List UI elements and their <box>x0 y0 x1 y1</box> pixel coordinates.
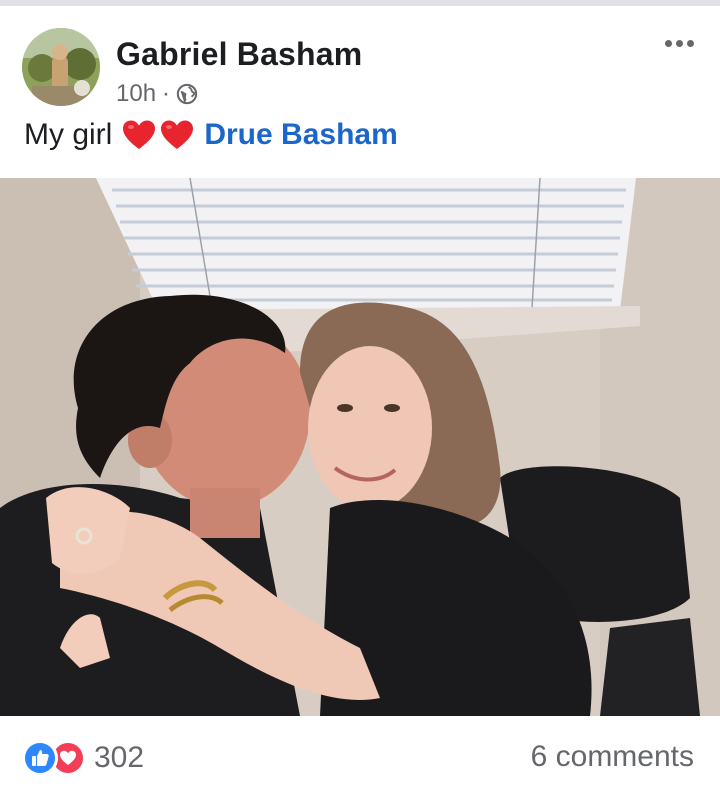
like-icon <box>22 740 58 776</box>
more-options-icon[interactable] <box>665 40 694 47</box>
post-time[interactable]: 10h <box>116 80 156 108</box>
post-header: Gabriel Basham 10h · <box>0 6 720 114</box>
post-photo[interactable] <box>0 178 720 716</box>
post-caption: My girl Drue Basham <box>24 118 398 152</box>
meta-separator: · <box>162 80 171 107</box>
post-footer: 302 6 comments <box>0 716 720 793</box>
caption-emoji <box>122 119 194 151</box>
author-name[interactable]: Gabriel Basham <box>116 36 362 73</box>
mention-link[interactable]: Drue Basham <box>204 118 397 152</box>
red-heart-icon <box>123 120 156 149</box>
comments-count-link[interactable]: 6 comments <box>531 740 694 774</box>
caption-text: My girl <box>24 118 113 151</box>
red-heart-icon <box>161 120 194 149</box>
globe-icon[interactable] <box>176 83 198 105</box>
author-avatar[interactable] <box>22 28 100 106</box>
post-meta: 10h · <box>116 80 198 108</box>
reactions-summary[interactable]: 302 <box>22 740 144 776</box>
reaction-count: 302 <box>94 741 145 774</box>
